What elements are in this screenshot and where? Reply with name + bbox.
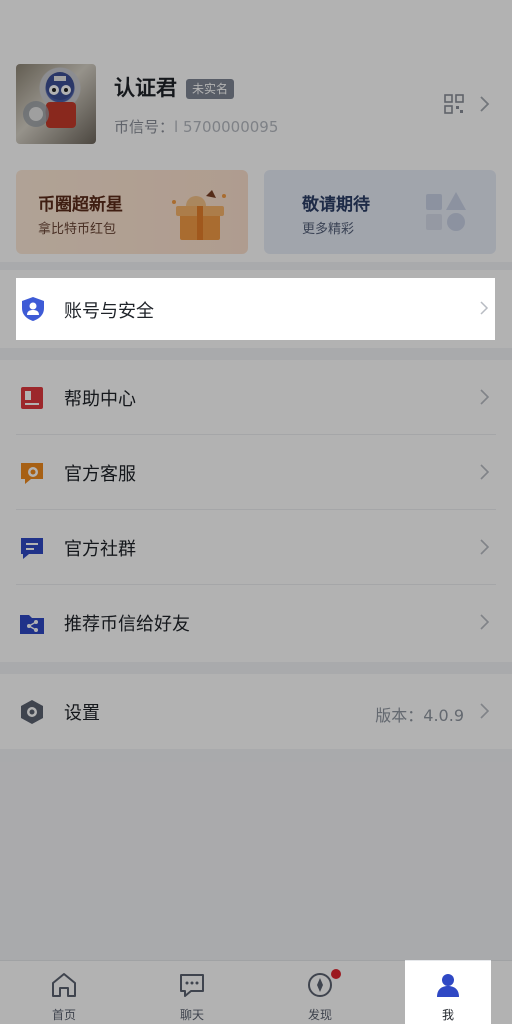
user-icon	[437, 974, 459, 997]
tab-me[interactable]: 我	[405, 961, 491, 1024]
overlay-top	[0, 0, 512, 278]
menu-item-account-security[interactable]: 账号与安全	[16, 278, 495, 340]
tab-label: 我	[441, 1008, 454, 1022]
menu-label: 账号与安全	[64, 301, 154, 322]
overlay-right	[495, 278, 512, 340]
shield-user-icon	[22, 297, 44, 321]
overlay-left	[0, 278, 16, 340]
chevron-right-icon	[480, 301, 489, 315]
overlay-tabbar-right	[491, 960, 512, 1024]
overlay-bottom	[0, 340, 512, 960]
me-page: 认证君 未实名 币信号：l 5700000095 币圈超新星 拿比特币红包 敬请…	[0, 0, 512, 1024]
overlay-tabbar-left	[0, 960, 405, 1024]
